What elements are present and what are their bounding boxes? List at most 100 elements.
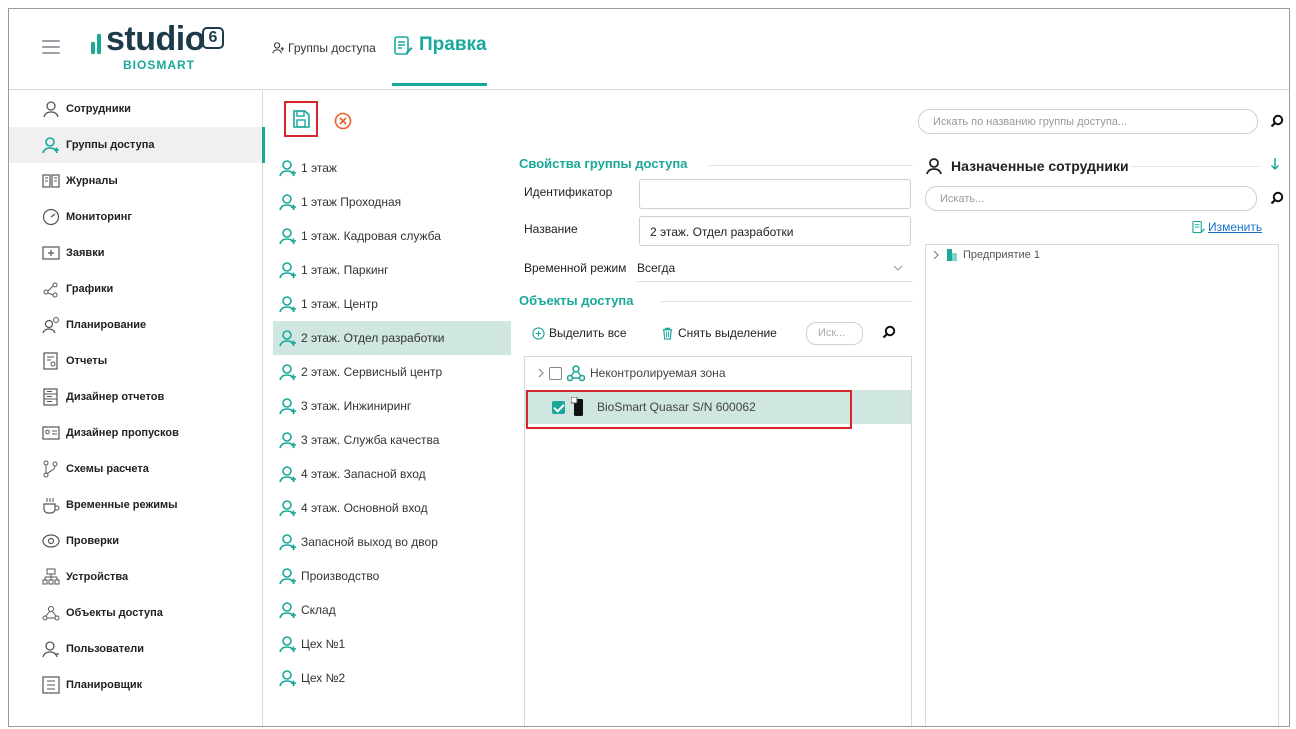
list-item[interactable]: Производство — [273, 559, 511, 593]
list-item[interactable]: 2 этаж. Сервисный центр — [273, 355, 511, 389]
group-icon — [279, 670, 296, 687]
select-all-button[interactable]: Выделить все — [532, 326, 627, 340]
app-window: studio 6 BIOSMART Группы доступа Правка … — [8, 8, 1290, 727]
list-item[interactable]: 3 этаж. Инжиниринг — [273, 389, 511, 423]
list-item[interactable]: 3 этаж. Служба качества — [273, 423, 511, 457]
group-icon — [279, 364, 296, 381]
users-icon — [42, 641, 59, 658]
sidebar-item-planning[interactable]: Планирование — [9, 307, 262, 343]
arrow-down-icon[interactable] — [1270, 157, 1280, 171]
breadcrumb[interactable]: Группы доступа — [271, 41, 376, 55]
checkbox[interactable] — [549, 366, 562, 380]
time-mode-select[interactable]: Всегда — [637, 258, 913, 282]
list-item-label: Запасной выход во двор — [301, 535, 438, 549]
name-field[interactable]: 2 этаж. Отдел разработки — [639, 216, 911, 246]
sidebar-item-time-modes[interactable]: Временные режимы — [9, 487, 262, 523]
sidebar-item-label: Пользователи — [66, 643, 145, 655]
plus-circle-icon — [532, 326, 545, 340]
sidebar-item-label: Устройства — [66, 571, 129, 583]
sidebar-item-reports[interactable]: Отчеты — [9, 343, 262, 379]
edit-doc-icon — [394, 36, 413, 55]
list-item[interactable]: Запасной выход во двор — [273, 525, 511, 559]
list-item[interactable]: 1 этаж — [273, 151, 511, 185]
list-item-label: Цех №1 — [301, 637, 346, 651]
sidebar-item-report-designer[interactable]: Дизайнер отчетов — [9, 379, 262, 415]
logo-word: studio — [106, 20, 205, 58]
employees-title: Назначенные сотрудники — [925, 157, 1129, 175]
building-icon — [947, 249, 957, 261]
list-item[interactable]: 1 этаж Проходная — [273, 185, 511, 219]
group-icon — [272, 42, 285, 54]
eye-icon — [42, 534, 60, 548]
sidebar-item-label: Проверки — [66, 535, 120, 547]
group-icon — [279, 228, 296, 245]
change-link-label: Изменить — [1208, 220, 1263, 234]
sidebar-item-devices[interactable]: Устройства — [9, 559, 262, 595]
sidebar-item-access-groups[interactable]: Группы доступа — [9, 127, 265, 163]
header: studio 6 BIOSMART Группы доступа Правка — [9, 9, 1289, 90]
sidebar-item-pass-designer[interactable]: Дизайнер пропусков — [9, 415, 262, 451]
sidebar-item-label: Дизайнер пропусков — [66, 427, 179, 439]
cancel-icon — [334, 112, 352, 130]
search-icon[interactable] — [882, 325, 896, 339]
list-item[interactable]: Цех №1 — [273, 627, 511, 661]
group-icon — [279, 534, 296, 551]
pass-designer-icon — [42, 426, 60, 440]
properties-title: Свойства группы доступа — [519, 156, 688, 171]
menu-icon[interactable] — [42, 40, 60, 54]
id-field[interactable] — [639, 179, 911, 209]
mode-label: Временной режим — [524, 261, 627, 275]
sidebar-item-label: Сотрудники — [66, 103, 131, 115]
objects-search-input[interactable]: Иск... — [806, 322, 863, 345]
sidebar-item-charts[interactable]: Графики — [9, 271, 262, 307]
sidebar-item-requests[interactable]: Заявки — [9, 235, 262, 271]
list-item-label: 1 этаж Проходная — [301, 195, 402, 209]
list-item-label: Склад — [301, 603, 336, 617]
search-icon[interactable] — [1270, 114, 1284, 128]
tree-row[interactable]: Предприятие 1 — [931, 248, 1040, 261]
sidebar-item-monitoring[interactable]: Мониторинг — [9, 199, 262, 235]
list-item[interactable]: 1 этаж. Центр — [273, 287, 511, 321]
sidebar-item-scheduler[interactable]: Планировщик — [9, 667, 262, 703]
sidebar-item-checks[interactable]: Проверки — [9, 523, 262, 559]
time-mode-value: Всегда — [637, 261, 676, 275]
employees-search-input[interactable]: Искать... — [925, 186, 1257, 211]
group-icon — [279, 466, 296, 483]
search-icon[interactable] — [1270, 191, 1284, 205]
employees-tree — [925, 244, 1279, 726]
tab-edit[interactable]: Правка — [393, 34, 487, 90]
sidebar-item-calc-schemes[interactable]: Схемы расчета — [9, 451, 262, 487]
group-search-input[interactable]: Искать по названию группы доступа... — [918, 109, 1258, 134]
trash-icon — [662, 327, 673, 340]
sidebar-item-users[interactable]: Пользователи — [9, 631, 262, 667]
tab-underline — [392, 83, 487, 86]
group-icon — [279, 602, 296, 619]
access-group-list: 1 этаж 1 этаж Проходная 1 этаж. Кадровая… — [273, 151, 511, 695]
name-label: Название — [524, 222, 578, 236]
list-item-label: 2 этаж. Отдел разработки — [301, 331, 445, 345]
list-item[interactable]: Склад — [273, 593, 511, 627]
tree-row[interactable]: Неконтролируемая зона — [524, 356, 911, 390]
deselect-button[interactable]: Снять выделение — [661, 326, 777, 340]
list-item[interactable]: 4 этаж. Основной вход — [273, 491, 511, 525]
list-item[interactable]: 4 этаж. Запасной вход — [273, 457, 511, 491]
planning-icon — [42, 317, 59, 334]
chevron-right-icon[interactable] — [536, 368, 546, 378]
save-button[interactable] — [284, 101, 318, 137]
sidebar-item-employees[interactable]: Сотрудники — [9, 91, 262, 127]
sidebar-item-access-objects[interactable]: Объекты доступа — [9, 595, 262, 631]
change-link[interactable]: Изменить — [1192, 220, 1262, 234]
gauge-icon — [42, 208, 60, 226]
list-item-selected[interactable]: 2 этаж. Отдел разработки — [273, 321, 511, 355]
list-item[interactable]: 1 этаж. Кадровая служба — [273, 219, 511, 253]
cancel-button[interactable] — [334, 112, 352, 130]
list-item[interactable]: 1 этаж. Паркинг — [273, 253, 511, 287]
chevron-right-icon[interactable] — [931, 250, 941, 260]
logo-version: 6 — [202, 27, 224, 49]
list-item-label: 1 этаж. Паркинг — [301, 263, 389, 277]
list-item[interactable]: Цех №2 — [273, 661, 511, 695]
tree-row-label: Неконтролируемая зона — [590, 366, 726, 380]
schedule-icon — [43, 282, 58, 298]
list-item-label: 1 этаж — [301, 161, 337, 175]
sidebar-item-journals[interactable]: Журналы — [9, 163, 262, 199]
